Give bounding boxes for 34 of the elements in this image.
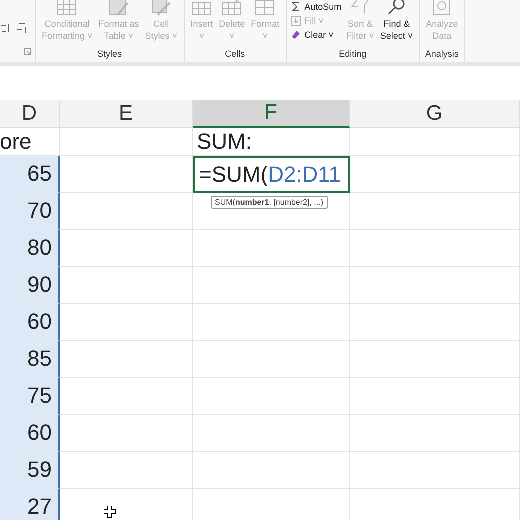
table-cell: 60 — [0, 415, 60, 452]
delete-rows-icon — [221, 0, 244, 16]
table-cell: 65 — [0, 156, 60, 193]
group-label: Editing — [339, 48, 367, 60]
table-cell: 70 — [0, 193, 60, 230]
analyze-data-icon — [431, 0, 454, 16]
ribbon-button[interactable]: Clear ˅ — [290, 28, 343, 42]
group-label: Styles — [98, 48, 122, 60]
grid-icon — [56, 0, 78, 16]
group-label: Analysis — [425, 48, 459, 60]
column-header[interactable]: E — [60, 100, 193, 128]
ribbon-button[interactable]: AutoSum — [290, 0, 343, 14]
fill-down-icon — [290, 16, 301, 26]
table-cell: 75 — [0, 378, 60, 415]
table-cell: SUM: — [193, 128, 350, 156]
group-label: Cells — [225, 48, 246, 60]
column-header[interactable]: D — [0, 100, 60, 128]
table-cell: 27 — [0, 489, 60, 520]
table-cell: 80 — [0, 230, 60, 267]
table-cell: ore — [0, 128, 60, 156]
sigma-icon — [290, 2, 301, 12]
insert-rows-icon — [190, 0, 213, 16]
table-cell: 59 — [0, 452, 60, 489]
column-header[interactable]: G — [350, 100, 520, 128]
cursor-icon — [104, 506, 116, 518]
column-header[interactable]: F — [193, 100, 350, 128]
eraser-icon — [290, 30, 301, 40]
ribbon-button[interactable]: Find & Select ˅ — [378, 0, 416, 42]
format-cells-icon — [254, 0, 276, 16]
table-cell: 85 — [0, 341, 60, 378]
table-cell: 60 — [0, 304, 60, 341]
table-cell: 90 — [0, 267, 60, 304]
function-tooltip: SUM(number1, [number2], ...) — [211, 196, 328, 209]
dialog-launcher-icon[interactable] — [24, 48, 32, 56]
